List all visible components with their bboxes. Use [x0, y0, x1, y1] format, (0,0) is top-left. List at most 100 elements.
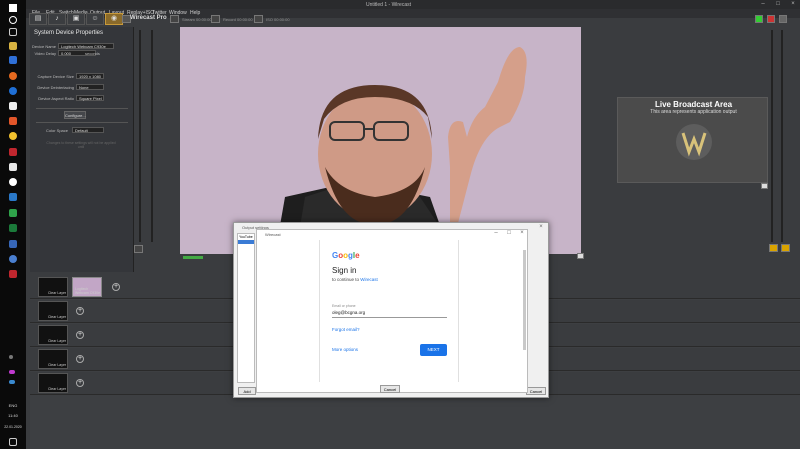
title-bar: Untitled 1 - Wirecast – □ × [26, 0, 800, 9]
live-area-subtitle: This area represents application output [650, 109, 737, 115]
preview-monitor[interactable] [180, 27, 581, 254]
audio-icon[interactable]: ♪ [48, 13, 66, 25]
preview-status [183, 256, 203, 259]
dialog-close-button[interactable]: × [534, 223, 548, 232]
layer-caption: Clear Layer [48, 291, 67, 295]
configure-button[interactable]: Configure... [64, 111, 86, 119]
destination-list[interactable]: YouTube [237, 233, 255, 383]
layer-thumbnail[interactable]: Clear Layer [38, 373, 68, 393]
iso-toggle-icon[interactable] [254, 15, 263, 23]
volume-slider[interactable] [139, 30, 141, 242]
record-toggle-icon[interactable] [211, 15, 220, 23]
signin-minimize-button[interactable]: – [489, 229, 503, 238]
app-icon[interactable] [9, 163, 17, 171]
app-icon[interactable] [9, 270, 17, 278]
record-timecode: Record 00:00:00 [223, 17, 253, 22]
app-icon[interactable] [9, 193, 17, 201]
windows-start-icon[interactable] [9, 4, 17, 12]
transition-icon[interactable] [779, 15, 787, 23]
tray-language[interactable]: ENG [2, 403, 24, 408]
capture-size-select[interactable]: 1920 x 1080 [76, 73, 104, 79]
destination-selected[interactable] [238, 240, 254, 244]
add-button[interactable]: Add [238, 387, 256, 395]
clock-time[interactable]: 11:40 [2, 413, 24, 418]
add-shot-button[interactable]: + [76, 307, 84, 315]
app-icon[interactable] [9, 209, 17, 217]
app-icon[interactable] [9, 102, 17, 110]
signin-app-link[interactable]: Wirecast [360, 277, 378, 282]
dialog-cancel-button[interactable]: Cancel [526, 387, 546, 395]
close-button[interactable]: × [786, 0, 800, 9]
volume-slider[interactable] [771, 30, 773, 242]
app-icon[interactable] [9, 240, 17, 248]
task-view-icon[interactable] [9, 28, 17, 36]
signin-cancel-button[interactable]: Cancel [380, 385, 400, 393]
shot-caption: Logitech Webcam C930e [75, 287, 101, 295]
signin-subheading: to continue to Wirecast [332, 277, 378, 282]
deinterlacing-label: Device Deinterlacing [37, 85, 74, 90]
speaker-icon[interactable] [769, 244, 778, 252]
store-icon[interactable] [9, 56, 17, 64]
search-icon[interactable] [9, 16, 17, 24]
signin-heading: Sign in [332, 266, 357, 275]
deinterlacing-select[interactable]: None [76, 84, 104, 90]
layout-icon[interactable]: ▤ [29, 13, 47, 25]
signin-window-title: Wirecast [265, 232, 281, 237]
colorspace-select[interactable]: Default [72, 127, 104, 133]
tray-icon[interactable] [9, 355, 13, 359]
firefox-icon[interactable] [9, 72, 17, 80]
transition-icon[interactable] [755, 15, 763, 23]
settings-hint: Changes to these settings will not be ap… [46, 141, 116, 149]
speaker-icon[interactable] [134, 245, 143, 253]
menu-item-help[interactable]: Help [190, 10, 200, 16]
monitor-icon[interactable] [577, 253, 584, 259]
clock-date[interactable]: 22.01.2020 [2, 425, 24, 429]
app-icon[interactable] [9, 148, 17, 156]
chrome-icon[interactable] [9, 132, 17, 140]
volume-slider[interactable] [151, 30, 153, 242]
tray-icon[interactable] [9, 370, 15, 374]
signin-card: Google Sign in to continue to Wirecast E… [319, 240, 459, 382]
speaker-icon[interactable] [781, 244, 790, 252]
settings-icon[interactable]: ☺ [86, 13, 104, 25]
device-name-field[interactable]: Logitech Webcam C930e [58, 43, 114, 49]
notification-icon[interactable] [9, 438, 17, 446]
more-options-link[interactable]: More options [332, 347, 358, 352]
aspect-select[interactable]: Square Pixel [76, 95, 104, 101]
app-icon[interactable] [9, 178, 17, 186]
tray-icon[interactable] [9, 380, 15, 384]
edge-icon[interactable] [9, 87, 17, 95]
layer-thumbnail[interactable]: Clear Layer [38, 301, 68, 321]
signin-close-button[interactable]: × [515, 229, 529, 238]
shot-thumbnail[interactable]: Logitech Webcam C930e [72, 277, 102, 297]
add-shot-button[interactable]: + [76, 331, 84, 339]
wirecast-window: Untitled 1 - Wirecast – □ × FileEditSwit… [26, 0, 800, 449]
layer-caption: Clear Layer [48, 339, 67, 343]
layer-thumbnail[interactable]: Clear Layer [38, 349, 68, 369]
signin-scrollbar[interactable] [523, 250, 526, 350]
minimize-button[interactable]: – [756, 0, 770, 9]
app-icon[interactable] [9, 255, 17, 263]
next-button[interactable]: NEXT [420, 344, 447, 356]
add-shot-button[interactable]: + [76, 355, 84, 363]
maximize-button[interactable]: □ [771, 0, 785, 9]
volume-slider[interactable] [781, 30, 783, 242]
forgot-email-link[interactable]: Forgot email? [332, 327, 360, 332]
shot-icon[interactable]: ▣ [67, 13, 85, 25]
layer-thumbnail[interactable]: Clear Layer [38, 277, 68, 297]
windows-taskbar: ENG 11:40 22.01.2020 [0, 0, 26, 449]
app-icon[interactable] [9, 224, 17, 232]
signin-maximize-button[interactable]: □ [502, 229, 516, 238]
stream-toggle-icon[interactable] [170, 15, 179, 23]
layer-thumbnail[interactable]: Clear Layer [38, 325, 68, 345]
email-input[interactable]: oleg@bcgna.org [332, 310, 447, 318]
properties-panel: System Device Properties Device Name Log… [30, 27, 134, 272]
live-broadcast-area[interactable]: Live Broadcast Area This area represents… [617, 97, 768, 183]
add-shot-button[interactable]: + [76, 379, 84, 387]
properties-icon[interactable]: ◉ [105, 13, 123, 25]
app-icon[interactable] [9, 117, 17, 125]
monitor-icon[interactable] [761, 183, 768, 189]
transition-icon[interactable] [767, 15, 775, 23]
add-shot-button[interactable]: + [112, 283, 120, 291]
layer-caption: Clear Layer [48, 363, 67, 367]
